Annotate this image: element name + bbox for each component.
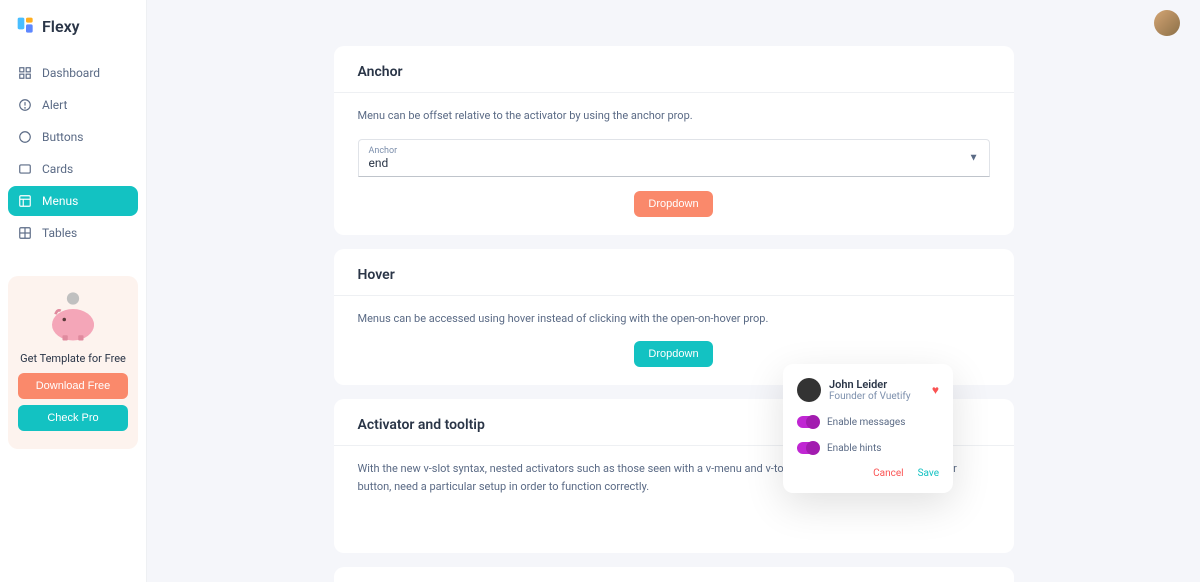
chevron-down-icon: ▼ — [969, 152, 979, 163]
piggy-bank-icon — [38, 288, 108, 344]
toggle-hints-row: Enable hints — [797, 442, 939, 454]
check-pro-button[interactable]: Check Pro — [18, 405, 128, 431]
sidebar-item-label: Buttons — [42, 130, 84, 144]
alert-icon — [18, 98, 32, 112]
buttons-icon — [18, 130, 32, 144]
heart-icon[interactable]: ♥ — [932, 383, 939, 397]
profile-name: John Leider — [829, 378, 911, 391]
promo-card: Get Template for Free Download Free Chec… — [8, 276, 138, 449]
divider — [334, 92, 1014, 93]
cancel-button[interactable]: Cancel — [873, 468, 903, 479]
cards-icon — [18, 162, 32, 176]
popover-actions: Cancel Save — [797, 468, 939, 479]
brand-text: Flexy — [42, 17, 80, 36]
sidebar-item-tables[interactable]: Tables — [8, 218, 138, 248]
profile-subtitle: Founder of Vuetify — [829, 391, 911, 402]
card-title: Anchor — [358, 64, 990, 80]
sidebar-item-label: Tables — [42, 226, 77, 240]
popover-panel: John Leider Founder of Vuetify ♥ Enable … — [783, 364, 953, 493]
menus-icon — [18, 194, 32, 208]
save-button[interactable]: Save — [918, 468, 939, 479]
topbar — [147, 0, 1200, 46]
card-desc: Menu can be offset relative to the activ… — [358, 107, 990, 125]
toggle-hints[interactable] — [797, 442, 819, 454]
sidebar-item-cards[interactable]: Cards — [8, 154, 138, 184]
toggle-messages[interactable] — [797, 416, 819, 428]
toggle-messages-row: Enable messages — [797, 416, 939, 428]
select-label: Anchor — [369, 146, 979, 156]
card-title: Hover — [358, 267, 990, 283]
user-avatar[interactable] — [1154, 10, 1180, 36]
sidebar: Flexy Dashboard Alert Buttons Cards Menu… — [0, 0, 147, 582]
nav: Dashboard Alert Buttons Cards Menus Tabl… — [8, 58, 138, 248]
toggle-label: Enable messages — [827, 417, 905, 428]
promo-title: Get Template for Free — [18, 352, 128, 365]
anchor-select[interactable]: Anchor end ▼ — [358, 139, 990, 177]
popover-card: Popover A menu can be configured to be s… — [334, 567, 1014, 582]
sidebar-item-label: Cards — [42, 162, 73, 176]
popover-header: John Leider Founder of Vuetify ♥ — [797, 378, 939, 402]
sidebar-item-label: Alert — [42, 98, 67, 112]
sidebar-item-buttons[interactable]: Buttons — [8, 122, 138, 152]
tables-icon — [18, 226, 32, 240]
sidebar-item-label: Menus — [42, 194, 78, 208]
anchor-card: Anchor Menu can be offset relative to th… — [334, 46, 1014, 235]
logo-icon — [16, 16, 36, 36]
dropdown-button[interactable]: Dropdown — [634, 341, 712, 367]
sidebar-item-label: Dashboard — [42, 66, 100, 80]
profile-avatar — [797, 378, 821, 402]
brand: Flexy — [8, 12, 138, 52]
dropdown-button[interactable]: Dropdown — [634, 191, 712, 217]
sidebar-item-dashboard[interactable]: Dashboard — [8, 58, 138, 88]
sidebar-item-menus[interactable]: Menus — [8, 186, 138, 216]
dashboard-icon — [18, 66, 32, 80]
sidebar-item-alert[interactable]: Alert — [8, 90, 138, 120]
download-free-button[interactable]: Download Free — [18, 373, 128, 399]
card-desc: Menus can be accessed using hover instea… — [358, 310, 990, 328]
toggle-label: Enable hints — [827, 443, 881, 454]
main-content: Anchor Menu can be offset relative to th… — [147, 0, 1200, 582]
select-value: end — [369, 156, 979, 170]
divider — [334, 295, 1014, 296]
